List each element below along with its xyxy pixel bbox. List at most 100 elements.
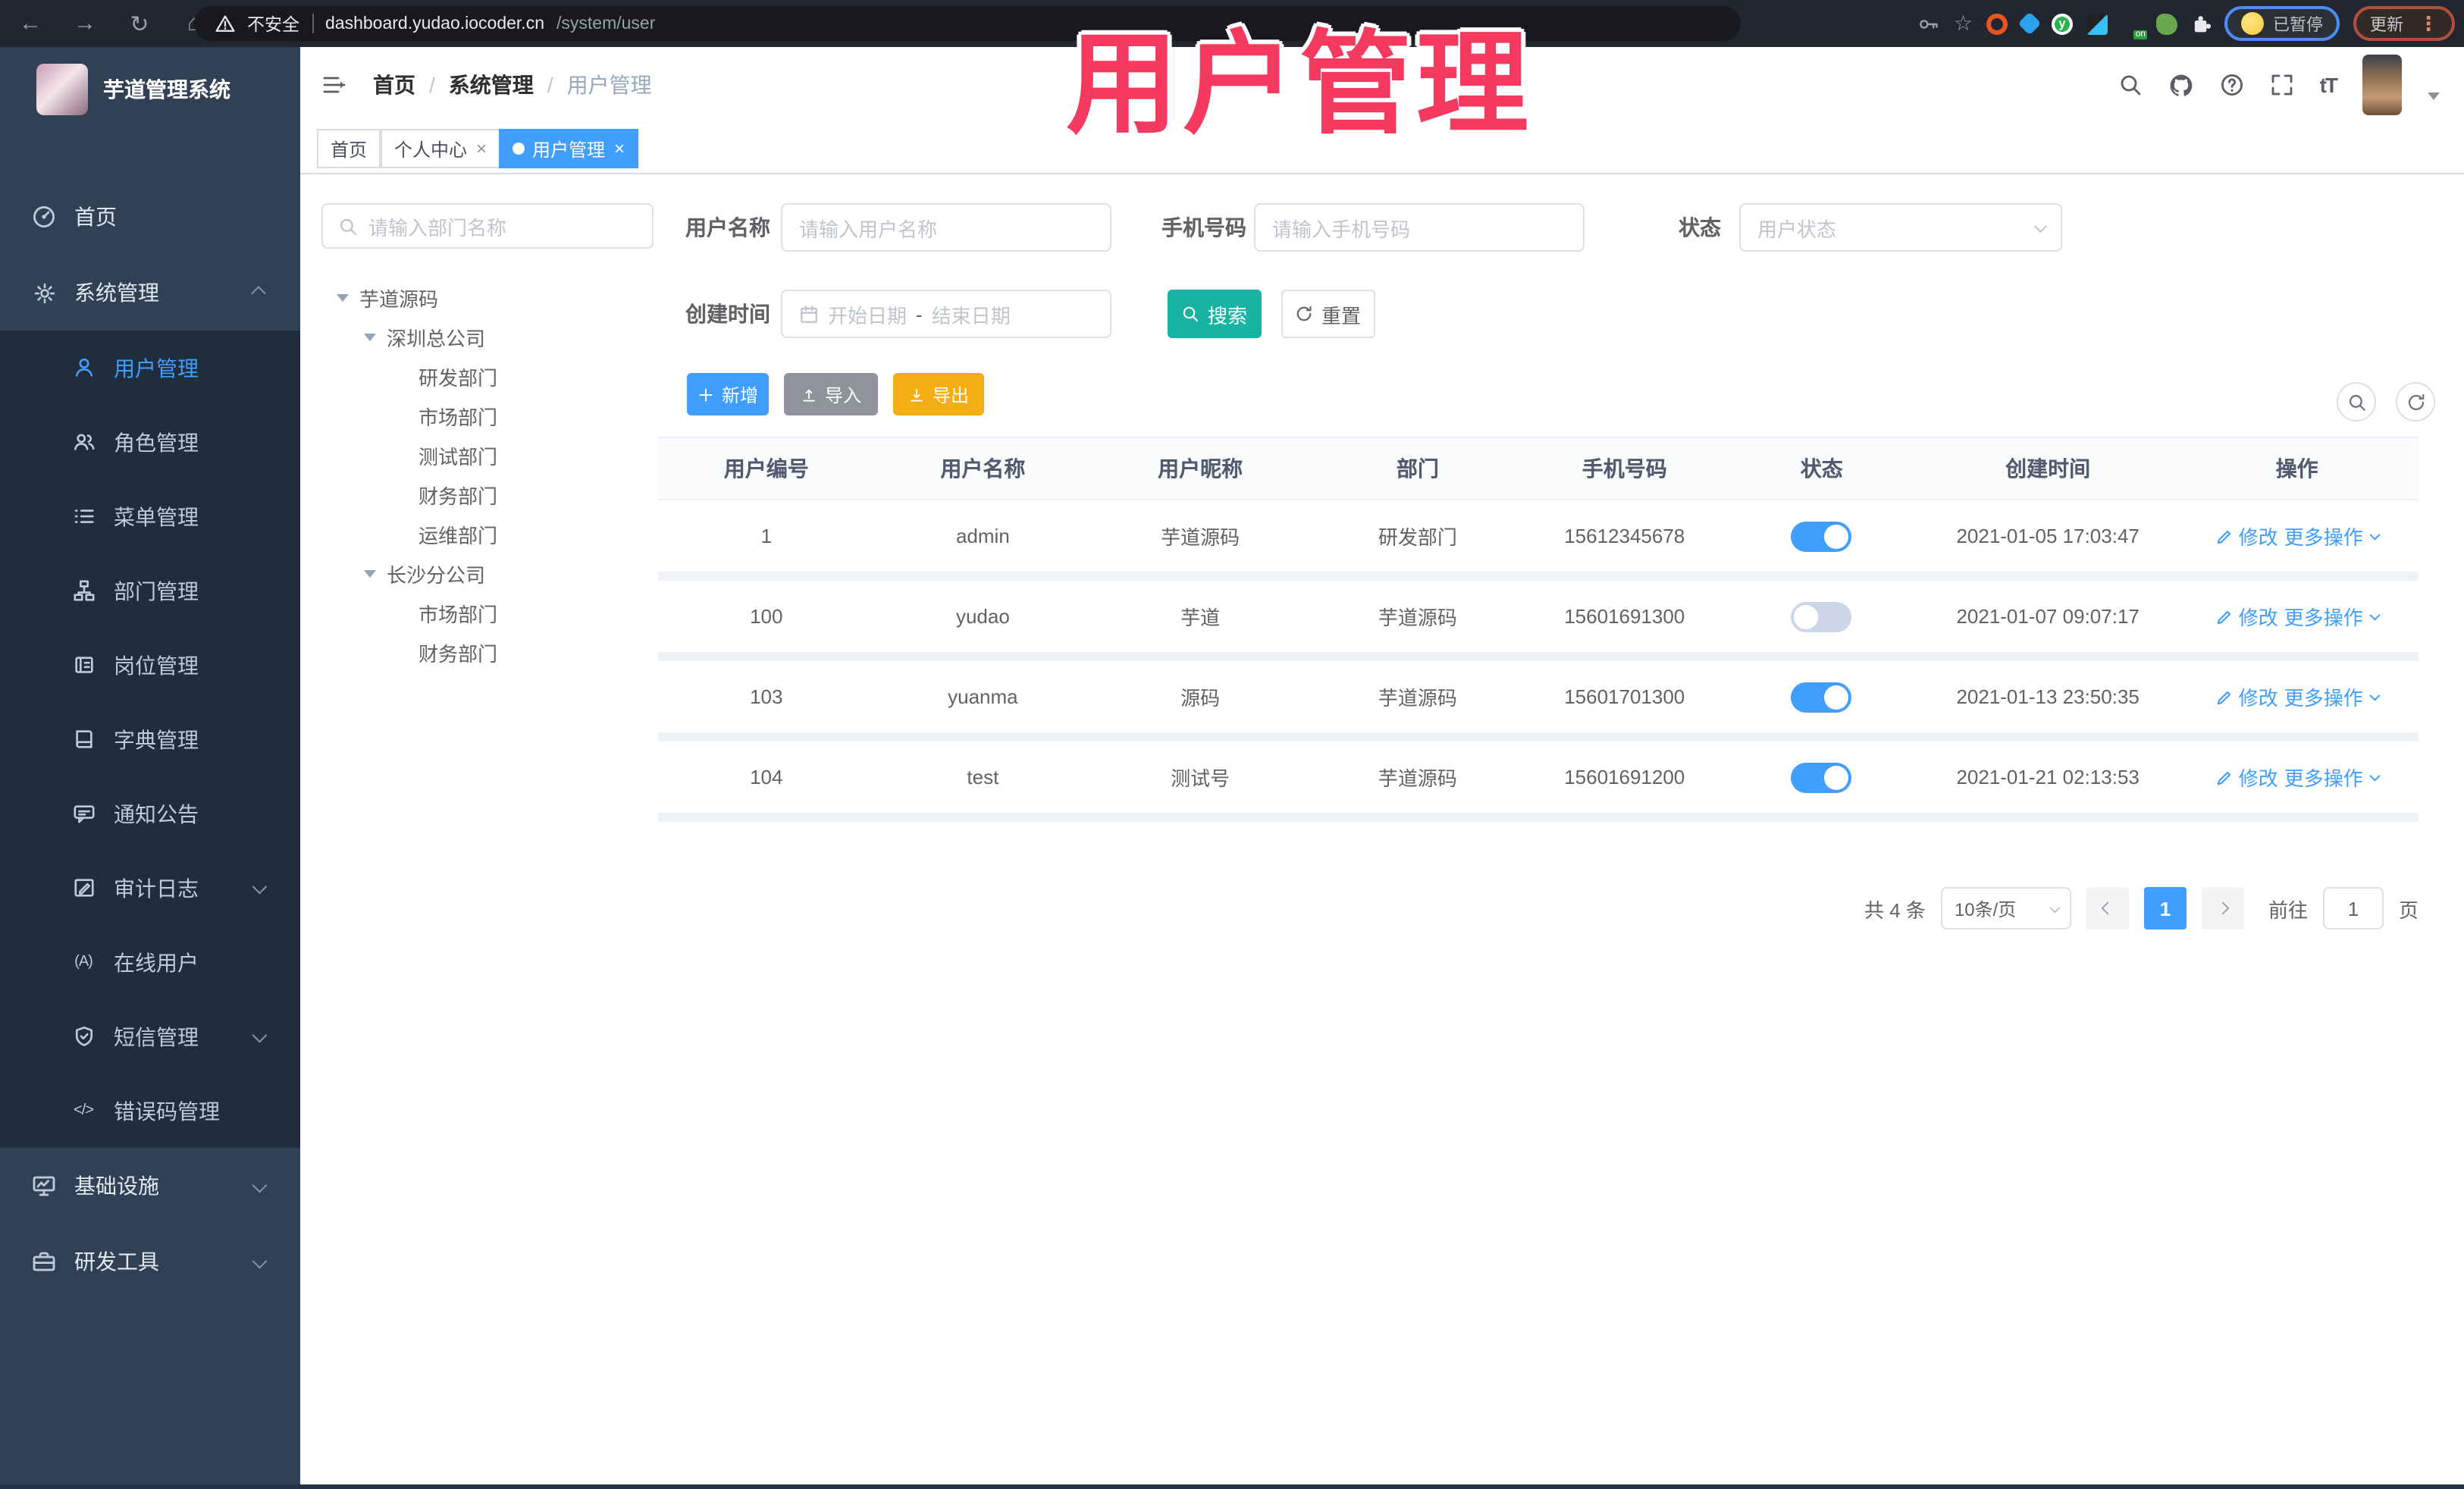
tag-home[interactable]: 首页 — [317, 129, 381, 168]
tag-user-management[interactable]: 用户管理 × — [499, 129, 639, 168]
cell-mobile: 15601691300 — [1564, 605, 1685, 628]
reload-icon[interactable]: ↻ — [124, 10, 155, 37]
sidebar-item-roles[interactable]: 角色管理 — [0, 405, 300, 479]
cell-username: yuanma — [948, 685, 1018, 708]
profile-chip[interactable]: 已暂停 — [2224, 6, 2340, 41]
breadcrumb-home[interactable]: 首页 — [373, 70, 415, 100]
username-input[interactable]: 请输入用户名称 — [781, 203, 1111, 252]
show-search-button[interactable] — [2337, 382, 2376, 422]
text-size-icon[interactable]: tT — [2320, 73, 2338, 97]
add-button[interactable]: 新增 — [687, 373, 769, 415]
search-button[interactable]: 搜索 — [1168, 290, 1262, 338]
more-actions-link[interactable]: 更多操作 — [2284, 522, 2381, 550]
status-toggle[interactable] — [1791, 762, 1852, 792]
ubuntu-extension-icon[interactable] — [1986, 13, 2008, 34]
import-button[interactable]: 导入 — [784, 373, 878, 415]
edit-link[interactable]: 修改 — [2216, 763, 2278, 792]
green-extension-icon[interactable]: y — [2052, 13, 2073, 34]
sidebar-item-sms[interactable]: 短信管理 — [0, 999, 300, 1074]
tree-node[interactable]: 财务部门 — [300, 632, 654, 672]
sidebar-item-online-users[interactable]: (A) 在线用户 — [0, 925, 300, 999]
status-select[interactable]: 用户状态 — [1739, 203, 2062, 252]
upload-icon — [803, 388, 815, 401]
sidebar-item-users[interactable]: 用户管理 — [0, 331, 300, 405]
edit-link[interactable]: 修改 — [2216, 522, 2278, 550]
help-icon[interactable] — [2220, 73, 2244, 97]
goto-page-input[interactable] — [2322, 887, 2384, 929]
sidebar-item-menus[interactable]: 菜单管理 — [0, 479, 300, 553]
gem-extension-icon[interactable] — [2017, 11, 2042, 36]
key-icon[interactable] — [1919, 13, 1940, 34]
tree-node[interactable]: 运维部门 — [300, 514, 654, 553]
sidebar-item-dict[interactable]: 字典管理 — [0, 702, 300, 776]
tree-node[interactable]: 研发部门 — [300, 356, 654, 396]
prev-page-button[interactable] — [2086, 887, 2129, 929]
github-icon[interactable] — [2168, 72, 2194, 98]
sidebar-item-label: 部门管理 — [114, 578, 199, 603]
export-button[interactable]: 导出 — [893, 373, 984, 415]
edit-link[interactable]: 修改 — [2216, 682, 2278, 711]
edit-link[interactable]: 修改 — [2216, 602, 2278, 631]
chevron-up-icon — [251, 285, 266, 300]
sidebar-logo[interactable]: 芋道管理系统 — [0, 47, 300, 132]
sidebar-item-depts[interactable]: 部门管理 — [0, 553, 300, 628]
puzzle-extensions-icon[interactable] — [2191, 14, 2211, 33]
more-actions-link[interactable]: 更多操作 — [2284, 602, 2381, 631]
sidebar-item-posts[interactable]: 岗位管理 — [0, 628, 300, 702]
dept-search-input[interactable]: 请输入部门名称 — [321, 203, 654, 249]
close-icon[interactable]: × — [614, 138, 625, 159]
tree-node[interactable]: 市场部门 — [300, 593, 654, 632]
status-toggle[interactable] — [1791, 601, 1852, 632]
reset-button[interactable]: 重置 — [1281, 290, 1375, 338]
close-icon[interactable]: × — [476, 138, 487, 159]
cell-dept: 芋道源码 — [1378, 767, 1457, 790]
browser-menu-icon[interactable]: ⋮ — [2419, 11, 2438, 36]
content: 请输入部门名称 芋道源码 深圳总公司 研发部门 市场部门 测试部门 财务部门 运… — [300, 174, 2464, 1489]
avatar-caret-icon[interactable] — [2428, 92, 2440, 99]
search-icon[interactable] — [2118, 73, 2143, 97]
tree-node[interactable]: 测试部门 — [300, 435, 654, 475]
more-actions-link[interactable]: 更多操作 — [2284, 763, 2381, 792]
fullscreen-icon[interactable] — [2270, 73, 2294, 97]
leaf-extension-icon[interactable] — [2156, 13, 2177, 34]
hamburger-icon[interactable] — [321, 73, 347, 97]
chevron-down-icon — [252, 1177, 268, 1193]
url-path: /system/user — [556, 14, 656, 33]
sidebar-item-infrastructure[interactable]: 基础设施 — [0, 1148, 300, 1224]
sidebar-item-dev-tools[interactable]: 研发工具 — [0, 1224, 300, 1299]
bookmark-star-icon[interactable]: ☆ — [1954, 11, 1973, 36]
sidebar-item-home[interactable]: 首页 — [0, 179, 300, 255]
tree-node[interactable]: 财务部门 — [300, 475, 654, 514]
sidebar-item-audit-log[interactable]: 审计日志 — [0, 851, 300, 925]
status-toggle[interactable] — [1791, 682, 1852, 712]
page-size-select[interactable]: 10条/页 — [1940, 887, 2071, 929]
refresh-table-button[interactable] — [2396, 382, 2435, 422]
caret-down-icon[interactable] — [337, 293, 349, 301]
tree-node[interactable]: 深圳总公司 — [300, 317, 654, 356]
tree-node[interactable]: 市场部门 — [300, 396, 654, 435]
sidebar-item-system[interactable]: 系统管理 — [0, 255, 300, 331]
grid-extension-icon[interactable] — [2086, 13, 2108, 34]
tag-profile[interactable]: 个人中心 × — [381, 129, 501, 168]
chevron-down-icon — [2049, 901, 2061, 913]
user-avatar[interactable] — [2362, 55, 2402, 115]
caret-down-icon[interactable] — [364, 569, 376, 577]
back-icon[interactable]: ← — [15, 11, 45, 36]
sidebar-item-error-codes[interactable]: </> 错误码管理 — [0, 1074, 300, 1148]
next-page-button[interactable] — [2201, 887, 2244, 929]
date-range-input[interactable]: 开始日期 - 结束日期 — [781, 290, 1111, 338]
switch-extension-icon[interactable]: on — [2121, 13, 2147, 39]
status-toggle[interactable] — [1791, 521, 1852, 551]
sidebar-item-notice[interactable]: 通知公告 — [0, 776, 300, 851]
tag-label: 个人中心 — [394, 139, 468, 160]
more-actions-link[interactable]: 更多操作 — [2284, 682, 2381, 711]
tree-node[interactable]: 芋道源码 — [300, 277, 654, 317]
breadcrumb-system[interactable]: 系统管理 — [449, 70, 534, 100]
caret-down-icon[interactable] — [364, 333, 376, 340]
current-page[interactable]: 1 — [2143, 887, 2187, 929]
sidebar-item-label: 短信管理 — [114, 1024, 199, 1049]
tree-node[interactable]: 长沙分公司 — [300, 553, 654, 593]
mobile-input[interactable]: 请输入手机号码 — [1254, 203, 1585, 252]
update-chip[interactable]: 更新 ⋮ — [2353, 6, 2455, 41]
forward-icon[interactable]: → — [70, 11, 100, 36]
